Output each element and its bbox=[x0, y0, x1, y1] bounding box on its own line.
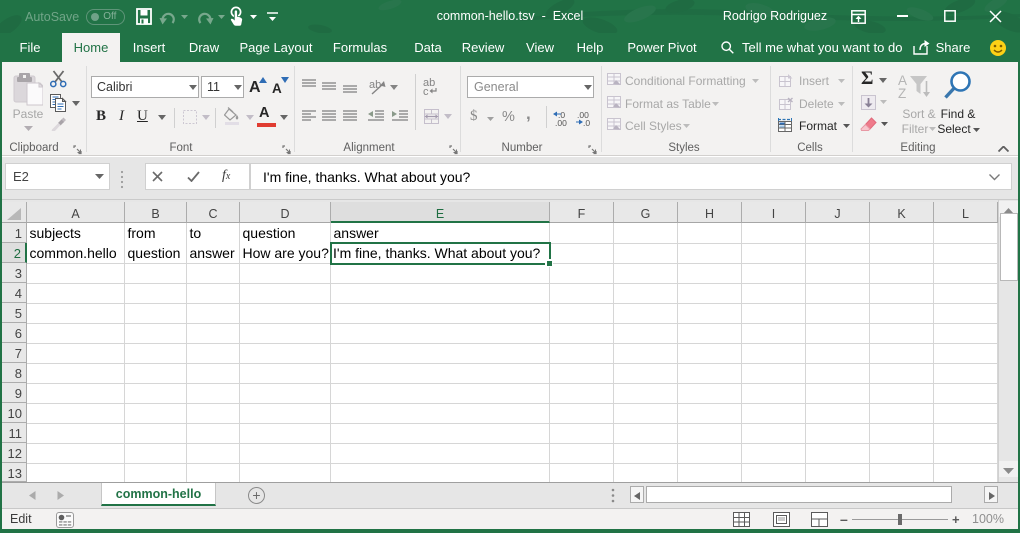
svg-text:ab: ab bbox=[369, 79, 381, 91]
svg-text:Z: Z bbox=[898, 86, 906, 100]
svg-text:c: c bbox=[423, 86, 429, 95]
svg-text:.0: .0 bbox=[583, 118, 590, 127]
svg-text:.00: .00 bbox=[555, 118, 567, 127]
